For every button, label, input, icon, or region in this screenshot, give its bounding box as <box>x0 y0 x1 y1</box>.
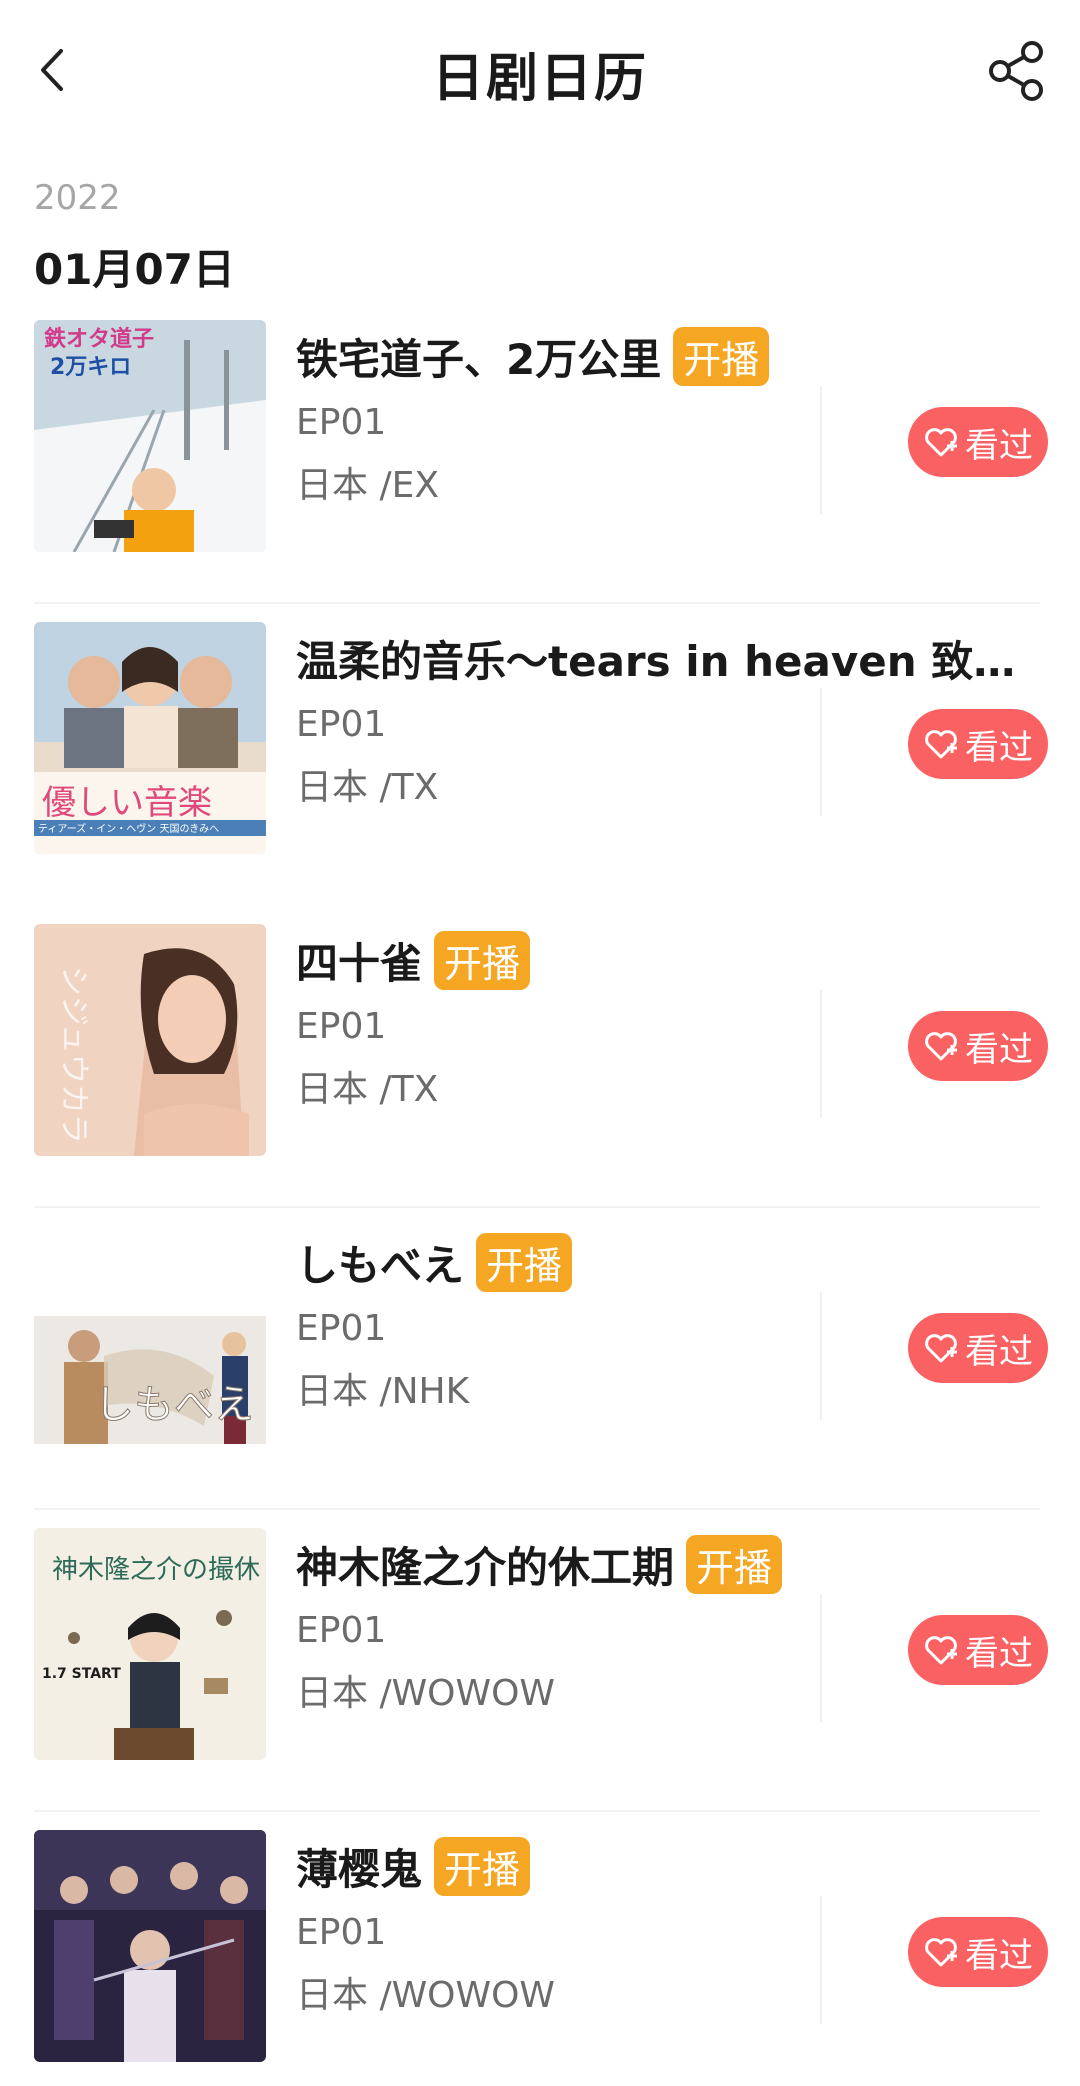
poster-image[interactable]: シジュウカラ <box>34 924 266 1156</box>
region-channel: 日本 /EX <box>296 465 439 506</box>
heart-add-icon <box>925 730 957 759</box>
watched-button[interactable]: 看过 <box>908 1917 1048 1987</box>
episode-label: EP01 <box>296 1006 387 1047</box>
share-icon <box>989 41 1043 101</box>
drama-title[interactable]: 温柔的音乐～tears in heaven 致天国... <box>296 628 1036 689</box>
list-item[interactable]: しもべえ しもべえ 开播 EP01 日本 /NHK 看过 <box>0 1208 1080 1510</box>
watched-button[interactable]: 看过 <box>908 407 1048 477</box>
list-item[interactable]: 薄樱鬼 开播 EP01 日本 /WOWOW 看过 <box>0 1812 1080 2086</box>
poster-illustration: 神木隆之介の撮休 1.7 START <box>34 1528 266 1760</box>
episode-label: EP01 <box>296 402 387 443</box>
heart-add-icon <box>925 1636 957 1665</box>
poster-image[interactable] <box>34 1830 266 2062</box>
region-channel: 日本 /WOWOW <box>296 1975 556 2016</box>
heart-add-icon <box>925 1032 957 1061</box>
watched-button[interactable]: 看过 <box>908 1615 1048 1685</box>
svg-text:しもべえ: しもべえ <box>94 1382 254 1428</box>
status-badge: 开播 <box>434 931 531 990</box>
share-button[interactable] <box>982 36 1052 106</box>
drama-title[interactable]: 神木隆之介的休工期 <box>296 1534 674 1595</box>
svg-text:神木隆之介の撮休: 神木隆之介の撮休 <box>52 1555 260 1585</box>
region-channel: 日本 /TX <box>296 767 439 808</box>
svg-text:シジュウカラ: シジュウカラ <box>56 966 91 1144</box>
vertical-divider <box>820 1594 822 1722</box>
drama-title[interactable]: 四十雀 <box>296 930 422 991</box>
svg-text:鉄オタ道子: 鉄オタ道子 <box>44 326 154 352</box>
poster-illustration: 優しい音楽 ティアーズ・イン・ヘヴン 天国のきみへ <box>34 622 266 854</box>
episode-label: EP01 <box>296 1610 387 1651</box>
poster-illustration: しもべえ <box>34 1226 266 1458</box>
episode-label: EP01 <box>296 704 387 745</box>
episode-label: EP01 <box>296 1912 387 1953</box>
poster-illustration <box>34 1830 266 2062</box>
watched-button[interactable]: 看过 <box>908 709 1048 779</box>
watched-button[interactable]: 看过 <box>908 1313 1048 1383</box>
svg-text:ティアーズ・イン・ヘヴン 天国のきみへ: ティアーズ・イン・ヘヴン 天国のきみへ <box>38 822 219 835</box>
vertical-divider <box>820 1896 822 2024</box>
vertical-divider <box>820 990 822 1118</box>
poster-image[interactable]: 優しい音楽 ティアーズ・イン・ヘヴン 天国のきみへ <box>34 622 266 854</box>
heart-add-icon <box>925 1938 957 1967</box>
watched-label: 看过 <box>965 1029 1033 1070</box>
svg-text:1.7 START: 1.7 START <box>42 1666 121 1682</box>
page-title: 日剧日历 <box>431 49 648 109</box>
list-item[interactable]: 鉄オタ道子 2万キロ 铁宅道子、2万公里 开播 EP01 日本 /EX 看过 <box>0 302 1080 604</box>
poster-image[interactable]: 鉄オタ道子 2万キロ <box>34 320 266 552</box>
heart-add-icon <box>925 428 957 457</box>
list-item[interactable]: 優しい音楽 ティアーズ・イン・ヘヴン 天国のきみへ 温柔的音乐～tears in… <box>0 604 1080 906</box>
status-badge: 开播 <box>686 1535 783 1594</box>
svg-text:2万キロ: 2万キロ <box>50 355 131 380</box>
svg-text:優しい音楽: 優しい音楽 <box>42 783 212 823</box>
app-header: 日剧日历 <box>0 0 1080 140</box>
watched-label: 看过 <box>965 1331 1033 1372</box>
drama-list: 鉄オタ道子 2万キロ 铁宅道子、2万公里 开播 EP01 日本 /EX 看过 優… <box>0 302 1080 2086</box>
episode-label: EP01 <box>296 1308 387 1349</box>
watched-label: 看过 <box>965 1935 1033 1976</box>
poster-illustration: 鉄オタ道子 2万キロ <box>34 320 266 552</box>
region-channel: 日本 /TX <box>296 1069 439 1110</box>
poster-image[interactable]: しもべえ <box>34 1226 266 1458</box>
watched-button[interactable]: 看过 <box>908 1011 1048 1081</box>
vertical-divider <box>820 1292 822 1420</box>
status-badge: 开播 <box>476 1233 573 1292</box>
poster-illustration: シジュウカラ <box>34 924 266 1156</box>
watched-label: 看过 <box>965 727 1033 768</box>
drama-title[interactable]: 薄樱鬼 <box>296 1836 422 1897</box>
status-badge: 开播 <box>434 1837 531 1896</box>
poster-image[interactable]: 神木隆之介の撮休 1.7 START <box>34 1528 266 1760</box>
region-channel: 日本 /NHK <box>296 1371 470 1412</box>
watched-label: 看过 <box>965 1633 1033 1674</box>
heart-add-icon <box>925 1334 957 1363</box>
drama-title[interactable]: しもべえ <box>296 1232 464 1293</box>
section-year: 2022 <box>34 178 121 218</box>
watched-label: 看过 <box>965 425 1033 466</box>
vertical-divider <box>820 688 822 816</box>
region-channel: 日本 /WOWOW <box>296 1673 556 1714</box>
section-date: 01月07日 <box>34 245 235 294</box>
status-badge: 开播 <box>673 327 770 386</box>
drama-title[interactable]: 铁宅道子、2万公里 <box>296 326 661 387</box>
list-item[interactable]: 神木隆之介の撮休 1.7 START 神木隆之介的休工期 开播 EP01 日本 … <box>0 1510 1080 1812</box>
list-item[interactable]: シジュウカラ 四十雀 开播 EP01 日本 /TX 看过 <box>0 906 1080 1208</box>
vertical-divider <box>820 386 822 514</box>
